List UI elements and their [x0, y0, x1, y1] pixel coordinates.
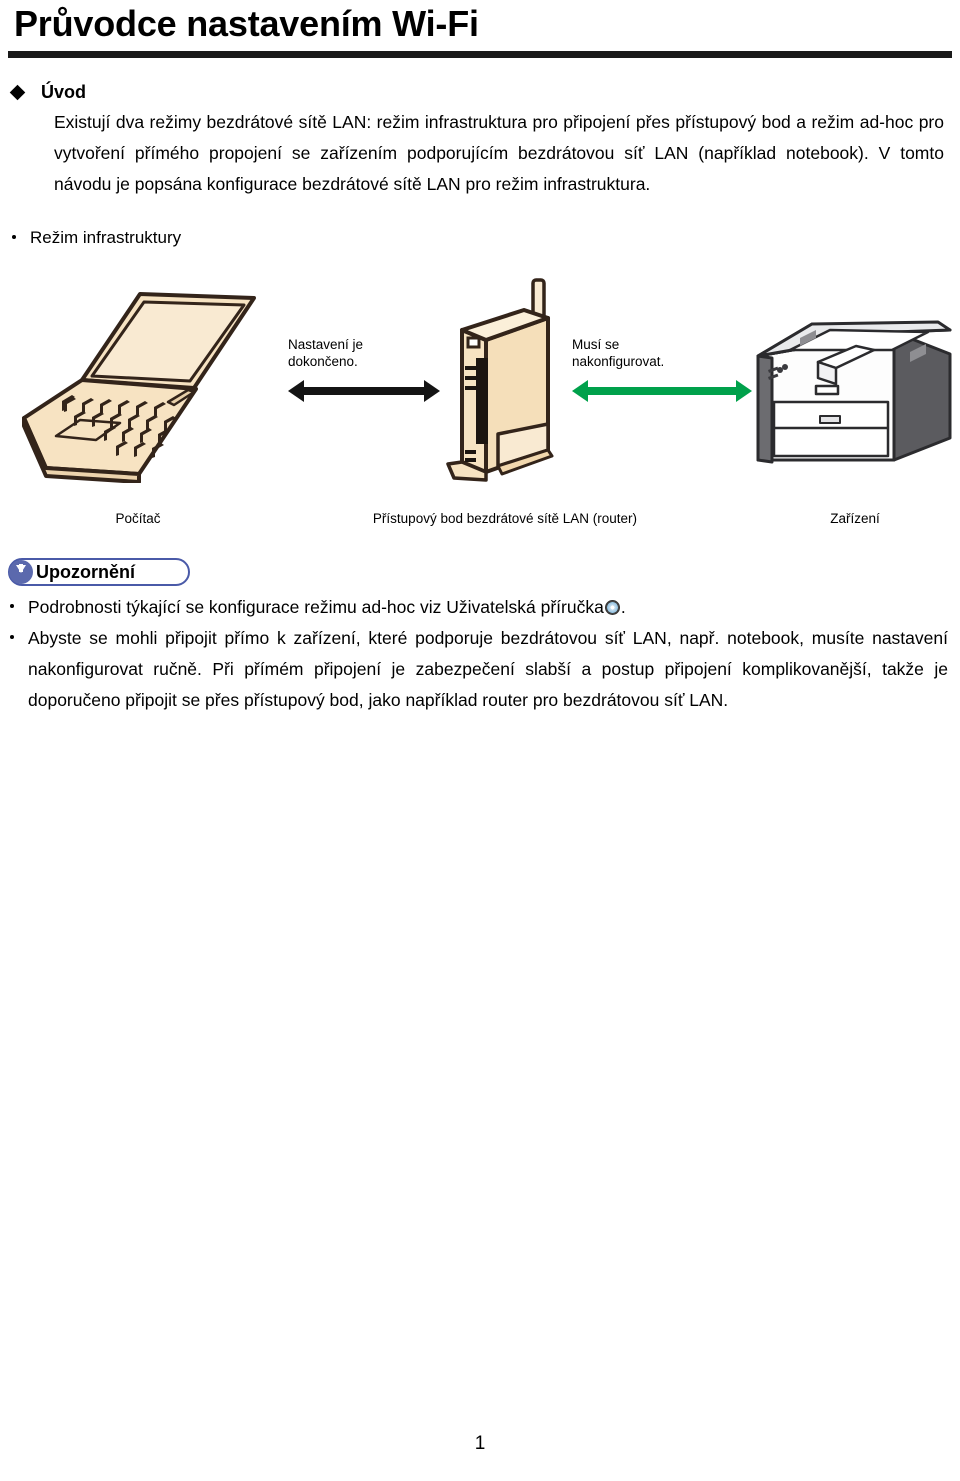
notice-badge-label: Upozornění	[36, 562, 135, 582]
laptop-illustration	[18, 268, 258, 483]
notice-item-2-text: Abyste se mohli připojit přímo k zařízen…	[28, 623, 948, 716]
notice-badge: Upozornění	[8, 558, 190, 586]
right-arrow-label: Musí se nakonfigurovat.	[572, 336, 752, 370]
intro-line-1: Existují dva režimy bezdrátové sítě LAN:…	[54, 112, 855, 132]
double-arrow-icon-black	[288, 380, 440, 402]
intro-paragraph: Existují dva režimy bezdrátové sítě LAN:…	[54, 107, 944, 200]
caption-router: Přístupový bod bezdrátové sítě LAN (rout…	[372, 511, 638, 526]
notice-list: Podrobnosti týkající se konfigurace reži…	[10, 592, 948, 716]
printer-illustration	[752, 310, 960, 485]
left-arrow-group: Nastavení je dokončeno.	[288, 336, 440, 402]
page-number: 1	[474, 1433, 486, 1454]
left-arrow-label-line1: Nastavení je	[288, 337, 364, 352]
notice-list-item: Podrobnosti týkající se konfigurace reži…	[10, 592, 948, 623]
notice-item-1-line1: Podrobnosti týkající se konfigurace reži…	[28, 597, 604, 617]
left-arrow-label: Nastavení je dokončeno.	[288, 336, 440, 370]
dot-bullet-icon	[12, 235, 16, 239]
page-title: Průvodce nastavením Wi-Fi	[14, 3, 479, 44]
wireless-router-illustration	[440, 274, 570, 484]
right-arrow-label-line2: nakonfigurovat.	[572, 354, 665, 369]
diamond-bullet-icon	[9, 84, 26, 100]
right-arrow-group: Musí se nakonfigurovat.	[572, 336, 752, 402]
section-heading-label: Úvod	[41, 82, 86, 102]
caption-device: Zařízení	[830, 511, 880, 526]
notice-item-1-text: Podrobnosti týkající se konfigurace reži…	[28, 592, 948, 623]
notice-list-item: Abyste se mohli připojit přímo k zařízen…	[10, 623, 948, 716]
notice-item-1-tail: .	[620, 597, 626, 617]
down-arrow-circle-icon	[9, 560, 33, 584]
dot-bullet-icon	[10, 635, 14, 639]
dot-bullet-icon	[10, 604, 14, 608]
double-arrow-icon-green	[572, 380, 752, 402]
figure-subheading: Režim infrastruktury	[12, 226, 181, 250]
caption-computer: Počítač	[115, 511, 161, 526]
left-arrow-label-line2: dokončeno.	[288, 354, 358, 369]
title-divider	[8, 51, 952, 58]
notice-item-2-line4: bezdrátovou síť LAN.	[563, 690, 729, 710]
cd-disc-icon	[604, 600, 620, 615]
infrastructure-mode-diagram: Nastavení je dokončeno. Musí se nakonfig…	[0, 258, 960, 533]
section-heading-intro: Úvod	[9, 81, 86, 103]
right-arrow-label-line1: Musí se	[572, 337, 620, 352]
notice-item-2-line1: Abyste se mohli připojit přímo k zařízen…	[28, 628, 805, 648]
document-page: Průvodce nastavením Wi-Fi Úvod Existují …	[0, 0, 960, 1481]
figure-subheading-label: Režim infrastruktury	[30, 228, 182, 247]
